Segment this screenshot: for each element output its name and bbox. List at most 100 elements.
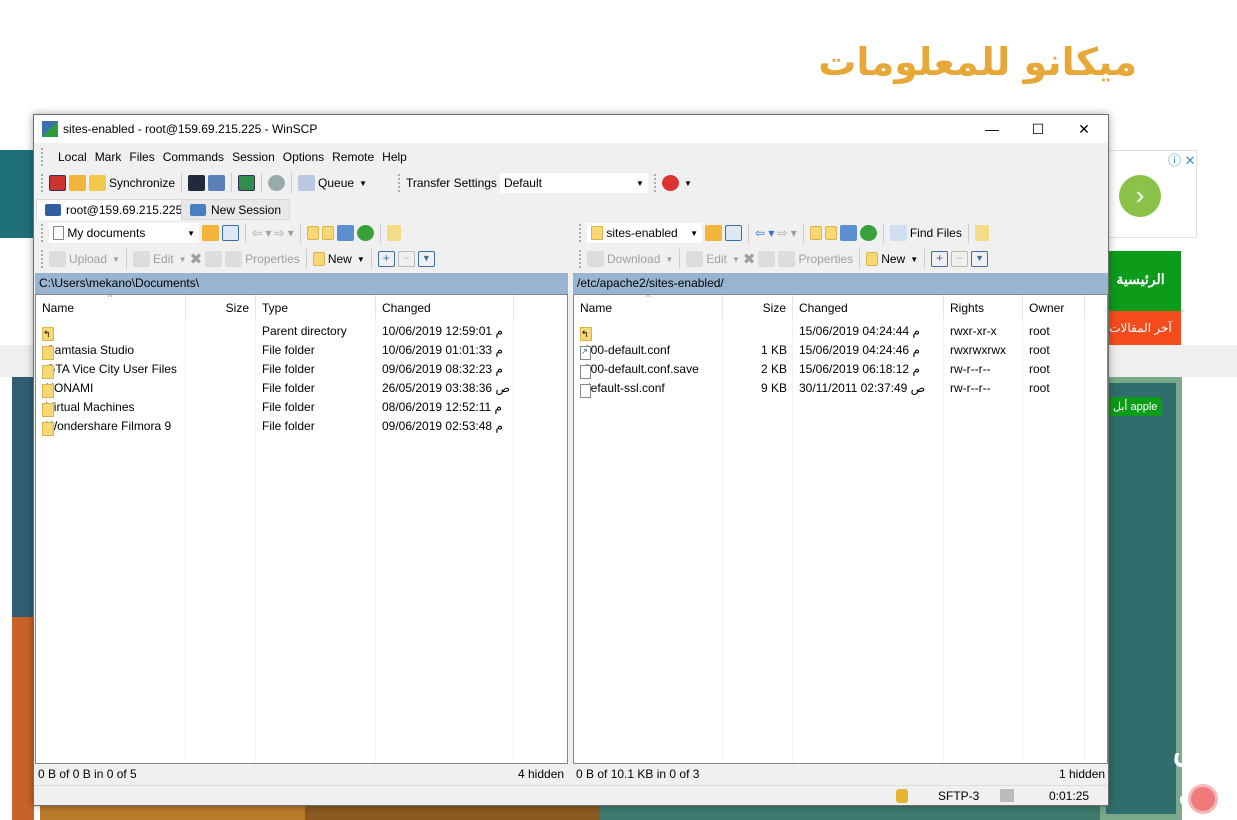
tab-session-root[interactable]: root@159.69.215.225: [36, 199, 192, 220]
transfer-settings-select[interactable]: Default ▼: [499, 173, 648, 193]
menu-local[interactable]: Local: [54, 148, 91, 168]
rename-icon[interactable]: [758, 251, 776, 267]
nav-latest-articles[interactable]: آخر المقالات: [1100, 311, 1181, 345]
file-row[interactable]: KONAMI File folder 26/05/2019 03:38:36 ص: [36, 378, 567, 398]
ad-arrow-icon[interactable]: ›: [1119, 175, 1161, 217]
compare-directories-icon[interactable]: [49, 175, 66, 191]
select-all-icon[interactable]: ▼: [971, 251, 989, 267]
back-icon[interactable]: ⇦ ▾: [252, 226, 271, 240]
unselect-files-icon[interactable]: −: [397, 251, 415, 267]
right-hidden-count[interactable]: 1 hidden: [1059, 767, 1105, 781]
nav-home[interactable]: الرئيسية: [1100, 251, 1181, 311]
open-folder-icon[interactable]: [202, 225, 219, 241]
menu-files[interactable]: Files: [125, 148, 158, 168]
forward-icon[interactable]: ⇨ ▾: [777, 226, 796, 240]
select-files-icon[interactable]: +: [377, 251, 395, 267]
left-location-select[interactable]: My documents ▼: [49, 223, 199, 243]
minimize-button[interactable]: —: [969, 115, 1015, 143]
root-directory-icon[interactable]: [321, 226, 334, 240]
refresh-icon[interactable]: [356, 225, 374, 241]
root-directory-icon[interactable]: [824, 226, 837, 240]
select-all-icon[interactable]: ▼: [417, 251, 435, 267]
left-hidden-count[interactable]: 4 hidden: [518, 767, 564, 781]
properties-button[interactable]: Properties: [798, 252, 853, 266]
right-file-list[interactable]: NameSizeChangedRightsOwner^↰..15/06/2019…: [573, 292, 1108, 764]
column-header-size[interactable]: Size: [186, 295, 256, 319]
column-header-type[interactable]: Type: [256, 295, 376, 319]
edit-button[interactable]: Edit: [706, 252, 727, 266]
file-row[interactable]: Virtual Machines File folder 08/06/2019 12…: [36, 397, 567, 417]
upload-button[interactable]: Upload: [69, 252, 107, 266]
queue-button[interactable]: Queue: [318, 176, 354, 190]
terminal-icon[interactable]: [188, 175, 206, 191]
chevron-down-icon[interactable]: ▼: [359, 179, 367, 188]
title-bar[interactable]: sites-enabled - root@159.69.215.225 - Wi…: [34, 115, 1108, 143]
chevron-down-icon[interactable]: ▼: [684, 179, 692, 188]
column-header-size[interactable]: Size: [723, 295, 793, 319]
file-row[interactable]: Wondershare Filmora 9 File folder 09/06/20…: [36, 416, 567, 436]
column-header-changed[interactable]: Changed: [376, 295, 514, 319]
chevron-down-icon[interactable]: ▼: [357, 255, 365, 264]
ad-close-icon[interactable]: ⓘ ✕: [1168, 150, 1196, 169]
rename-icon[interactable]: [205, 251, 223, 267]
file-row[interactable]: ↰.. 15/06/2019 04:24:44 م rwxr-xr-x root: [574, 321, 1107, 341]
column-header-owner[interactable]: Owner: [1023, 295, 1085, 319]
column-header-changed[interactable]: Changed: [793, 295, 944, 319]
left-file-list[interactable]: NameSizeTypeChanged^↰..Parent directory1…: [35, 292, 568, 764]
gear-icon[interactable]: [268, 175, 286, 191]
refresh-queue-icon[interactable]: [238, 175, 256, 191]
close-button[interactable]: ✕: [1061, 115, 1107, 143]
menu-options[interactable]: Options: [279, 148, 328, 168]
forward-icon[interactable]: ⇨ ▾: [274, 226, 293, 240]
parent-directory-icon[interactable]: [306, 226, 319, 240]
file-row[interactable]: default-ssl.conf 9 KB 30/11/2011 02:37:49 …: [574, 378, 1107, 398]
unselect-files-icon[interactable]: −: [951, 251, 969, 267]
synchronize-button[interactable]: Synchronize: [109, 176, 175, 190]
right-location-select[interactable]: sites-enabled ▼: [587, 223, 702, 243]
menu-remote[interactable]: Remote: [328, 148, 378, 168]
notification-bell-icon[interactable]: [1188, 784, 1218, 814]
filter-icon[interactable]: [222, 225, 239, 241]
new-button[interactable]: New: [328, 252, 352, 266]
putty-icon[interactable]: [208, 175, 226, 191]
delete-icon[interactable]: ✖: [743, 250, 756, 268]
refresh-icon[interactable]: [859, 225, 877, 241]
menu-mark[interactable]: Mark: [91, 148, 126, 168]
menu-commands[interactable]: Commands: [159, 148, 228, 168]
parent-directory-icon[interactable]: [809, 226, 822, 240]
tab-new-session[interactable]: New Session: [181, 199, 291, 220]
tree-icon[interactable]: [974, 225, 989, 241]
chevron-down-icon[interactable]: ▼: [910, 255, 918, 264]
maximize-button[interactable]: ☐: [1015, 115, 1061, 143]
new-button[interactable]: New: [881, 252, 905, 266]
delete-icon[interactable]: ✖: [190, 250, 203, 268]
featured-title[interactable]: طرق تلقي: [1110, 730, 1237, 814]
left-path-bar[interactable]: C:\Users\mekano\Documents\: [35, 273, 568, 294]
queue-icon[interactable]: [298, 175, 316, 191]
file-row[interactable]: Camtasia Studio File folder 10/06/2019 01:…: [36, 340, 567, 360]
file-row[interactable]: 000-default.conf.save 2 KB 15/06/2019 06:1…: [574, 359, 1107, 379]
menu-help[interactable]: Help: [378, 148, 411, 168]
reconnect-icon[interactable]: [661, 175, 679, 191]
download-button[interactable]: Download: [607, 252, 660, 266]
open-folder-icon[interactable]: [705, 225, 722, 241]
file-row[interactable]: GTA Vice City User Files File folder 09/06…: [36, 359, 567, 379]
right-path-bar[interactable]: /etc/apache2/sites-enabled/: [573, 273, 1108, 294]
column-header-rights[interactable]: Rights: [944, 295, 1023, 319]
lock-icon[interactable]: [896, 789, 908, 803]
tree-icon[interactable]: [386, 225, 401, 241]
properties-button[interactable]: Properties: [245, 252, 300, 266]
home-icon[interactable]: [336, 225, 354, 241]
file-row[interactable]: ↗ 000-default.conf 1 KB 15/06/2019 04:24:46…: [574, 340, 1107, 360]
category-tag[interactable]: أبل apple: [1108, 397, 1163, 416]
filter-icon[interactable]: [725, 225, 742, 241]
synchronize-browsing-icon[interactable]: [69, 175, 86, 191]
select-files-icon[interactable]: +: [931, 251, 949, 267]
menu-session[interactable]: Session: [228, 148, 279, 168]
file-row[interactable]: ↰.. Parent directory 10/06/2019 12:59:01 م: [36, 321, 567, 341]
home-icon[interactable]: [839, 225, 857, 241]
synchronize-icon[interactable]: [89, 175, 106, 191]
find-files-button[interactable]: Find Files: [910, 226, 962, 240]
menu-grip[interactable]: [41, 148, 51, 166]
edit-button[interactable]: Edit: [153, 252, 174, 266]
